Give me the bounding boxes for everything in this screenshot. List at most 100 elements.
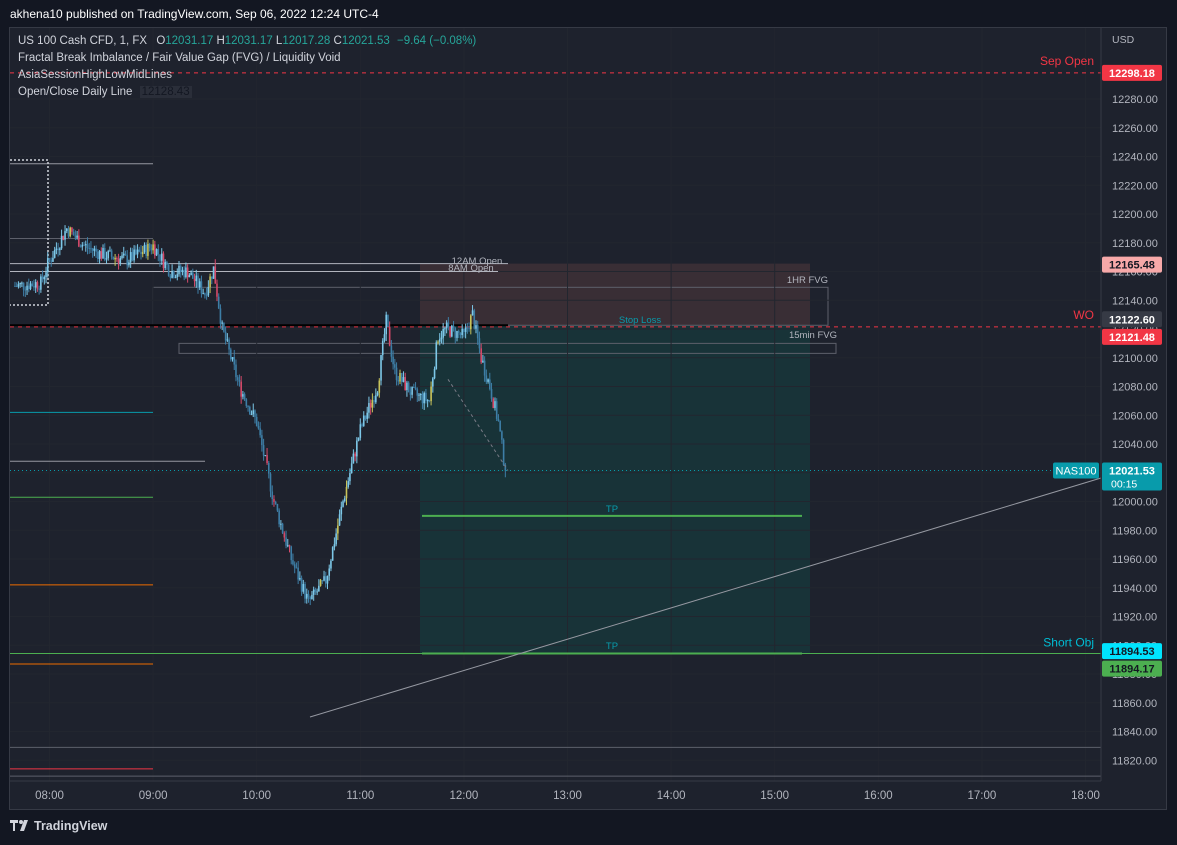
price-tag-last: 12021.53	[1109, 466, 1155, 478]
candle-body	[295, 567, 298, 569]
candle-body	[326, 575, 329, 584]
candle-body	[368, 403, 370, 413]
candle-body	[501, 431, 503, 440]
price-tag-daily: 12122.60	[1109, 314, 1155, 326]
level-name-sep-open: Sep Open	[1040, 54, 1094, 68]
candle-body	[209, 276, 211, 288]
candle-body	[76, 235, 78, 238]
candle-body	[371, 400, 374, 408]
x-tick-label: 10:00	[242, 790, 271, 802]
candle-body	[202, 293, 204, 295]
candle-body	[489, 379, 491, 390]
candle-body	[459, 332, 462, 335]
legend-indicator-fvg[interactable]: Fractal Break Imbalance / Fair Value Gap…	[18, 52, 341, 64]
candle-body	[468, 328, 470, 330]
candle-body	[482, 360, 484, 363]
candle-body	[257, 426, 260, 429]
candle-body	[27, 285, 30, 290]
candle-body	[90, 248, 92, 250]
candle-body	[323, 576, 325, 581]
candle-body	[375, 395, 377, 403]
candle-body	[242, 394, 244, 397]
label-8am-open: 8AM Open	[448, 263, 493, 274]
legend-indicator-asia[interactable]: AsiaSessionHighLowMidLines	[18, 69, 172, 81]
candle-body	[152, 244, 154, 251]
candle-body	[337, 525, 339, 534]
candle-body	[290, 546, 293, 561]
candle-body	[116, 257, 118, 260]
candle-body	[347, 481, 350, 487]
candle-body	[245, 399, 248, 406]
candle-body	[288, 545, 291, 547]
candle-body	[267, 463, 270, 474]
legend-symbol: US 100 Cash CFD, 1, FX	[18, 35, 148, 47]
candle-body	[373, 400, 375, 403]
candle-body	[350, 463, 353, 474]
candle-body	[376, 392, 379, 396]
candle-body	[91, 248, 94, 251]
candle-body	[297, 567, 299, 580]
candle-body	[174, 277, 177, 279]
candle-body	[442, 328, 444, 338]
candle-body	[359, 424, 362, 438]
candle-body	[83, 244, 85, 246]
candle-body	[226, 339, 229, 341]
candle-body	[190, 272, 192, 276]
candle-body	[186, 267, 189, 278]
y-tick-label: 12060.00	[1112, 410, 1158, 422]
legend-high: 12031.17	[224, 35, 273, 47]
price-tag-short-1: 11894.53	[1109, 646, 1154, 658]
candle-body	[105, 258, 108, 260]
x-tick-label: 14:00	[657, 790, 686, 802]
candle-body	[304, 583, 306, 599]
candle-body	[395, 367, 398, 381]
candle-body	[243, 394, 246, 400]
candle-body	[307, 593, 310, 598]
candle-body	[255, 416, 258, 427]
tradingview-footer[interactable]: TradingView	[10, 819, 107, 834]
candle-body	[198, 281, 201, 288]
tradingview-brand: TradingView	[34, 819, 108, 833]
candle-body	[164, 261, 166, 269]
x-tick-label: 16:00	[864, 790, 893, 802]
y-tick-label: 11860.00	[1112, 698, 1157, 710]
candle-body	[98, 251, 101, 259]
candle-body	[252, 410, 255, 415]
candle-body	[236, 377, 239, 380]
legend-indicator-daily[interactable]: Open/Close Daily Line 12128.43	[18, 86, 192, 98]
candle-body	[173, 271, 175, 278]
candle-body	[223, 322, 225, 332]
candle-body	[449, 326, 451, 337]
candle-body	[421, 393, 424, 404]
candle-body	[330, 560, 332, 569]
candle-body	[426, 400, 429, 402]
candle-body	[48, 258, 51, 261]
legend-ohlc: US 100 Cash CFD, 1, FX O12031.17 H12031.…	[18, 35, 476, 47]
candle-body	[309, 597, 312, 600]
candle-body	[45, 272, 47, 278]
candle-body	[69, 227, 72, 237]
candle-body	[381, 340, 384, 356]
candle-body	[273, 499, 275, 502]
candle-body	[181, 269, 184, 273]
target-zone	[420, 325, 810, 654]
y-axis-currency: USD	[1112, 34, 1135, 46]
candle-body	[264, 455, 267, 457]
candle-body	[419, 393, 422, 395]
price-tag-sep-open: 12298.18	[1109, 68, 1155, 80]
price-chart[interactable]: 12AM Open8AM Open1HR FVG15min FVGStop Lo…	[0, 0, 1177, 845]
candle-body	[235, 364, 237, 378]
candle-body	[354, 453, 356, 457]
candle-body	[452, 325, 455, 329]
candle-body	[17, 284, 20, 287]
candle-body	[71, 227, 73, 232]
price-tag-midnight: 12165.48	[1109, 260, 1155, 272]
candle-body	[428, 400, 431, 402]
candle-body	[271, 491, 274, 500]
candle-body	[324, 576, 327, 584]
candle-body	[24, 289, 27, 291]
candle-body	[435, 342, 438, 369]
candle-body	[74, 235, 77, 238]
candle-body	[36, 282, 39, 289]
y-tick-label: 12000.00	[1112, 497, 1158, 509]
